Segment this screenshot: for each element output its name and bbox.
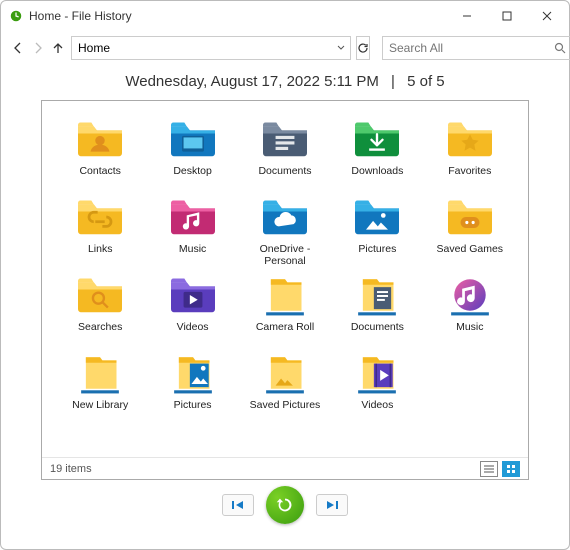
folder-label: Desktop [173,165,212,189]
search-box[interactable] [382,36,570,60]
games-icon [444,195,496,239]
folder-item[interactable]: New Library [56,351,144,423]
nav-bar [1,31,569,65]
address-input[interactable] [72,41,332,55]
folder-label: Videos [361,399,393,423]
contacts-icon [74,117,126,161]
pictures-lib-icon [167,351,219,395]
folder-label: OneDrive - Personal [245,243,325,267]
folder-label: Music [456,321,483,345]
folder-grid: Contacts Desktop Documents Downloads Fav… [42,101,528,427]
folder-label: Videos [177,321,209,345]
folder-label: Documents [351,321,404,345]
new-lib-icon [74,351,126,395]
folder-item[interactable]: Desktop [148,117,236,189]
forward-button[interactable] [31,37,45,59]
folder-item[interactable]: Saved Pictures [241,351,329,423]
pictures-folder-icon [351,195,403,239]
documents-lib-icon [351,273,403,317]
folder-label: Music [179,243,206,267]
maximize-button[interactable] [487,2,527,30]
folder-label: Contacts [79,165,120,189]
folder-label: Searches [78,321,122,345]
folder-label: Links [88,243,113,267]
folder-item[interactable]: Camera Roll [241,273,329,345]
status-bar: 19 items [42,457,528,479]
folder-label: Favorites [448,165,491,189]
minimize-button[interactable] [447,2,487,30]
folder-label: Camera Roll [256,321,314,345]
search-input[interactable] [383,41,550,55]
window-title: Home - File History [29,9,447,23]
folder-label: Pictures [174,399,212,423]
folder-item[interactable]: Contacts [56,117,144,189]
title-bar: Home - File History [1,1,569,31]
documents-steel-icon [259,117,311,161]
view-details-button[interactable] [480,461,498,477]
app-icon [9,9,23,23]
folder-item[interactable]: Documents [241,117,329,189]
videos-lib-icon [351,351,403,395]
close-button[interactable] [527,2,567,30]
previous-version-button[interactable] [222,494,254,516]
address-bar[interactable] [71,36,351,60]
folder-item[interactable]: Favorites [426,117,514,189]
snapshot-pager: 5 of 5 [407,73,445,90]
restore-button[interactable] [266,486,304,524]
folder-item[interactable]: Pictures [333,195,421,267]
folder-label: Documents [258,165,311,189]
saved-pictures-lib-icon [259,351,311,395]
favorites-icon [444,117,496,161]
folder-label: Saved Games [437,243,504,267]
folder-item[interactable]: Pictures [148,351,236,423]
snapshot-timestamp: Wednesday, August 17, 2022 5:11 PM [125,73,379,90]
folder-item[interactable]: Links [56,195,144,267]
view-icons-button[interactable] [502,461,520,477]
folder-item[interactable]: Saved Games [426,195,514,267]
folder-label: Pictures [358,243,396,267]
folder-item[interactable]: Downloads [333,117,421,189]
folder-label: Downloads [351,165,403,189]
refresh-button[interactable] [356,36,370,60]
version-controls [222,486,348,524]
snapshot-header: Wednesday, August 17, 2022 5:11 PM | 5 o… [125,73,444,90]
folder-label: Saved Pictures [250,399,321,423]
camera-roll-lib-icon [259,273,311,317]
next-version-button[interactable] [316,494,348,516]
folder-item[interactable]: Documents [333,273,421,345]
status-item-count: 19 items [50,463,92,475]
back-button[interactable] [11,37,25,59]
folder-item[interactable]: Videos [148,273,236,345]
desktop-icon [167,117,219,161]
onedrive-icon [259,195,311,239]
folder-item[interactable]: OneDrive - Personal [241,195,329,267]
folder-item[interactable]: Videos [333,351,421,423]
search-icon [550,42,570,54]
searches-icon [74,273,126,317]
address-dropdown-icon[interactable] [332,44,350,52]
up-button[interactable] [51,37,65,59]
links-icon [74,195,126,239]
music-lib-icon [444,273,496,317]
folder-label: New Library [72,399,128,423]
content-box: Contacts Desktop Documents Downloads Fav… [41,100,529,480]
downloads-icon [351,117,403,161]
folder-item[interactable]: Music [426,273,514,345]
main-area: Wednesday, August 17, 2022 5:11 PM | 5 o… [1,65,569,549]
folder-item[interactable]: Searches [56,273,144,345]
folder-item[interactable]: Music [148,195,236,267]
music-folder-icon [167,195,219,239]
videos-folder-icon [167,273,219,317]
